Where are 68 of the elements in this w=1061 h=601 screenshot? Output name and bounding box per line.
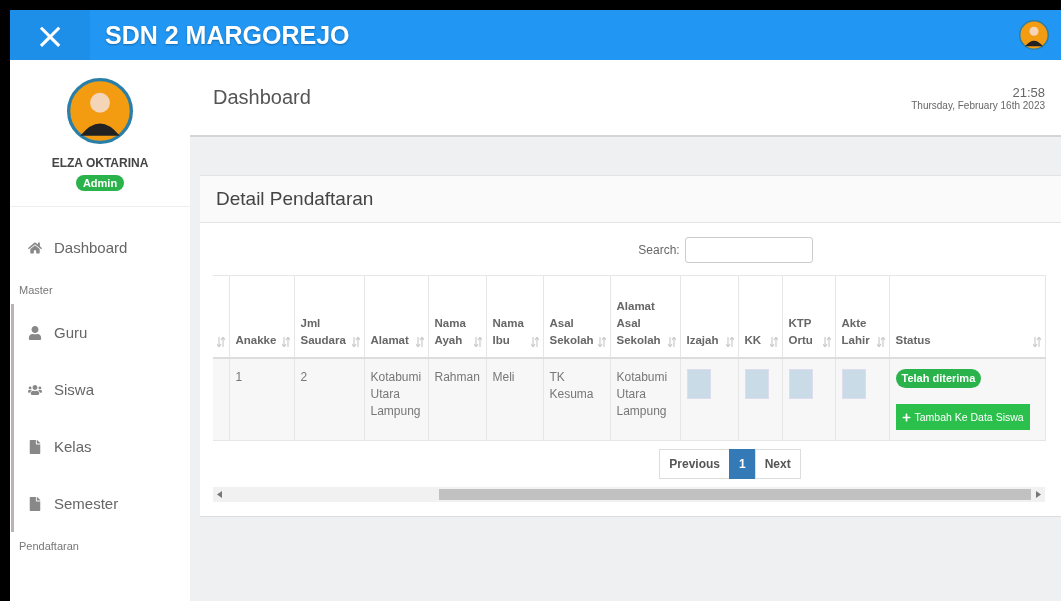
column-header: Status bbox=[895, 332, 931, 348]
page-button[interactable]: 1 bbox=[729, 449, 756, 480]
page-button[interactable]: Previous bbox=[659, 449, 730, 480]
column-header: Anakke bbox=[235, 332, 277, 348]
document-thumbnail[interactable] bbox=[841, 368, 866, 399]
file-icon bbox=[28, 439, 42, 454]
column-header: Akte Lahir bbox=[841, 316, 871, 348]
sort-icon[interactable] bbox=[216, 336, 225, 347]
sort-icon[interactable] bbox=[769, 336, 778, 347]
users-icon bbox=[28, 382, 42, 397]
document-thumbnail[interactable] bbox=[788, 368, 813, 399]
sort-icon[interactable] bbox=[822, 336, 831, 347]
clock-time: 21:58 bbox=[1012, 84, 1045, 100]
column-header: Asal Sekolah bbox=[549, 316, 593, 348]
sort-icon[interactable] bbox=[530, 336, 539, 347]
sort-icon[interactable] bbox=[415, 336, 424, 347]
menu-item[interactable]: Semester bbox=[14, 475, 190, 532]
table-cell: 1 bbox=[235, 369, 243, 384]
sort-icon[interactable] bbox=[1032, 336, 1041, 347]
column-header: Jml Saudara bbox=[300, 316, 347, 348]
sort-icon[interactable] bbox=[725, 336, 734, 347]
sort-icon[interactable] bbox=[876, 336, 885, 347]
user-icon bbox=[28, 325, 42, 340]
section-title: Master bbox=[18, 283, 54, 298]
close-button[interactable]: × bbox=[10, 10, 90, 60]
column-header: KK bbox=[744, 332, 762, 348]
menu-item[interactable]: Guru bbox=[14, 304, 190, 361]
avatar-icon bbox=[1019, 20, 1049, 50]
column-header: Nama Ayah bbox=[434, 316, 467, 348]
column-header: Nama Ibu bbox=[492, 316, 525, 348]
page-button[interactable]: Next bbox=[754, 449, 801, 480]
menu-item[interactable]: Dashboard bbox=[14, 219, 190, 276]
scroll-right-icon[interactable] bbox=[1036, 491, 1041, 499]
table-cell: Kotabumi Utara Lampung bbox=[616, 369, 668, 419]
search-label: Search: bbox=[638, 243, 680, 257]
table-cell: TK Kesuma bbox=[549, 369, 594, 401]
horizontal-scrollbar[interactable] bbox=[213, 487, 1045, 503]
sort-icon[interactable] bbox=[473, 336, 482, 347]
menu-item[interactable]: Siswa bbox=[14, 361, 190, 418]
scroll-left-icon[interactable] bbox=[217, 491, 222, 499]
file-icon bbox=[28, 496, 42, 511]
page-title: Dashboard bbox=[213, 86, 311, 109]
clock-date: Thursday, February 16th 2023 bbox=[911, 99, 1045, 111]
menu-item[interactable]: Kelas bbox=[14, 418, 190, 475]
home-icon bbox=[28, 240, 42, 255]
section-title: Pendaftaran bbox=[18, 539, 80, 554]
sort-icon[interactable] bbox=[667, 336, 676, 347]
table-cell: Kotabumi Utara Lampung bbox=[370, 369, 422, 419]
column-header: Alamat Asal Sekolah bbox=[616, 299, 662, 348]
app-title: SDN 2 MARGOREJO bbox=[105, 20, 351, 50]
user-name: ELZA OKTARINA bbox=[51, 156, 149, 170]
sort-icon[interactable] bbox=[597, 336, 606, 347]
document-thumbnail[interactable] bbox=[686, 368, 711, 399]
column-header: Alamat bbox=[370, 332, 409, 348]
column-header: KTP Ortu bbox=[788, 316, 814, 348]
plus-icon bbox=[901, 412, 911, 422]
role-badge: Admin bbox=[75, 175, 125, 191]
document-thumbnail[interactable] bbox=[744, 368, 769, 399]
sort-icon[interactable] bbox=[281, 336, 290, 347]
table-cell: Meli bbox=[492, 369, 515, 384]
table-cell: Rahman bbox=[434, 369, 480, 384]
table-cell: 2 bbox=[300, 369, 308, 384]
search-field[interactable] bbox=[684, 237, 813, 263]
status-badge: Telah diterima bbox=[895, 368, 982, 389]
avatar-icon bbox=[67, 78, 133, 144]
card-title: Detail Pendaftaran bbox=[216, 188, 374, 210]
column-header: Izajah bbox=[686, 332, 719, 348]
sort-icon[interactable] bbox=[351, 336, 360, 347]
